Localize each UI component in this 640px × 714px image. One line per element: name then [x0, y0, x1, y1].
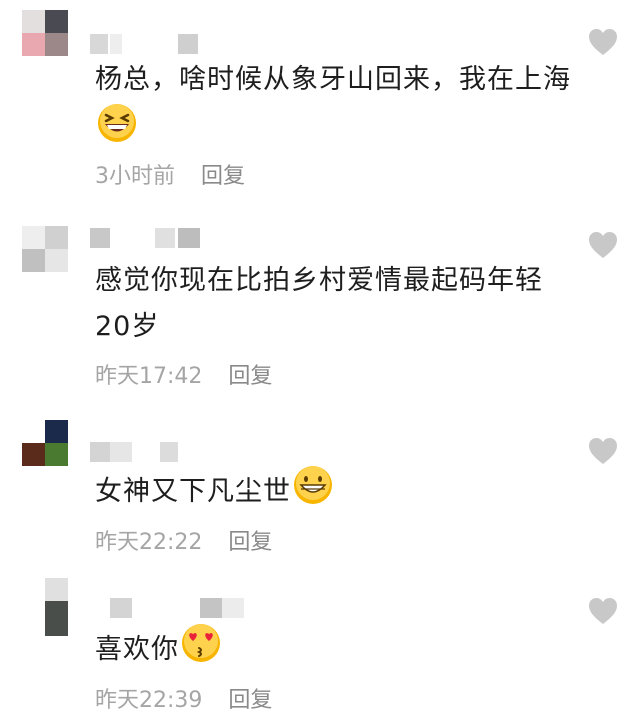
avatar[interactable]	[22, 10, 68, 56]
timestamp: 昨天22:22	[95, 530, 203, 555]
reply-button[interactable]: 回复	[228, 688, 272, 713]
comment-meta: 昨天22:22 回复	[95, 524, 272, 556]
heart-icon[interactable]	[588, 231, 618, 259]
reply-button[interactable]: 回复	[228, 364, 272, 389]
heart-icon[interactable]	[588, 437, 618, 465]
avatar[interactable]	[22, 578, 68, 636]
timestamp: 昨天17:42	[95, 364, 203, 389]
heart-icon[interactable]	[588, 28, 618, 56]
reply-button[interactable]: 回复	[228, 530, 272, 555]
comment-text: 女神又下凡尘世	[95, 465, 595, 520]
avatar[interactable]	[22, 226, 68, 272]
comment-text: 杨总，啥时候从象牙山回来，我在上海	[95, 57, 595, 158]
heart-icon[interactable]	[588, 597, 618, 625]
grinning-squint-face-icon	[97, 103, 137, 158]
kissing-heart-eyes-face-icon	[181, 623, 221, 678]
comment-text: 感觉你现在比拍乡村爱情最起码年轻20岁	[95, 265, 543, 342]
comment-meta: 昨天22:39 回复	[95, 682, 272, 714]
timestamp: 3小时前	[95, 164, 175, 189]
comment-text: 喜欢你	[95, 623, 595, 678]
avatar[interactable]	[22, 420, 68, 466]
grinning-face-icon	[293, 465, 333, 520]
comment-meta: 昨天17:42 回复	[95, 358, 272, 390]
reply-button[interactable]: 回复	[201, 164, 245, 189]
timestamp: 昨天22:39	[95, 688, 203, 713]
comment-meta: 3小时前 回复	[95, 158, 245, 190]
